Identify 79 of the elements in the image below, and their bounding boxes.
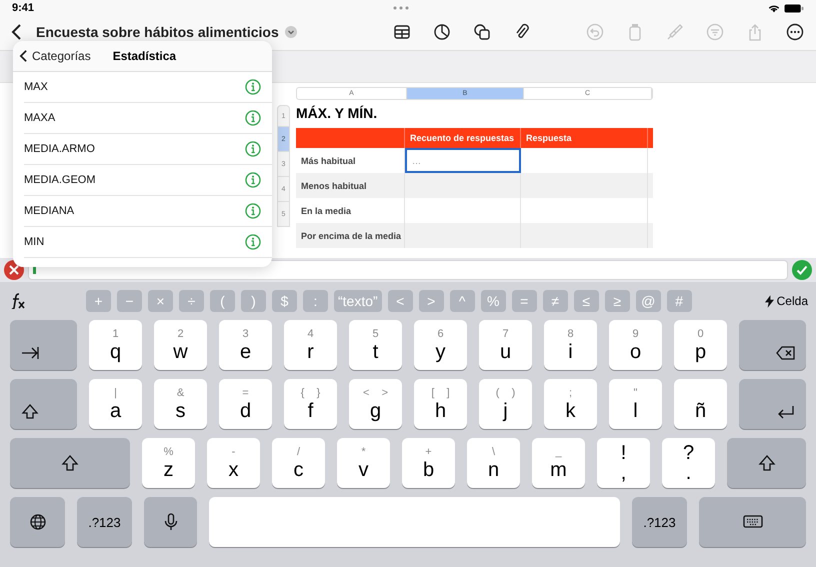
pie-chart-icon[interactable]	[432, 23, 451, 41]
info-icon[interactable]	[245, 141, 261, 157]
letter-key[interactable]: 8 i	[544, 320, 597, 370]
letter-key[interactable]: 7 u	[479, 320, 532, 370]
tab-arrow-icon	[20, 344, 40, 362]
numbers-key[interactable]: .?123	[632, 497, 687, 547]
globe-key[interactable]	[10, 497, 65, 547]
cell-reference-button[interactable]: Celda	[764, 294, 808, 308]
info-icon[interactable]	[245, 203, 261, 219]
letter-key[interactable]: [ ] h	[414, 379, 467, 429]
letter-key[interactable]: { } f	[284, 379, 337, 429]
letter-key[interactable]: " l	[609, 379, 662, 429]
letter-key[interactable]: 1 q	[89, 320, 142, 370]
function-name[interactable]: MEDIA.GEOM	[24, 174, 96, 186]
letter-key[interactable]: - x	[207, 438, 260, 488]
letter-key[interactable]: ; k	[544, 379, 597, 429]
letter-key[interactable]: & s	[154, 379, 207, 429]
table-icon[interactable]	[392, 23, 411, 41]
letter-key[interactable]: 3 e	[219, 320, 272, 370]
battery-icon	[784, 4, 804, 12]
shift-key[interactable]	[727, 438, 806, 488]
multitask-dots-icon[interactable]	[393, 6, 410, 10]
letter-key[interactable]: | a	[89, 379, 142, 429]
letter-key[interactable]: + b	[402, 438, 455, 488]
letter-key[interactable]: \ n	[467, 438, 520, 488]
column-heading: Recuento de respuestas	[405, 128, 521, 148]
tab-key[interactable]	[10, 320, 77, 370]
panel-title: Estadística	[112, 49, 176, 63]
status-time: 9:41	[12, 2, 34, 14]
info-icon[interactable]	[245, 79, 261, 95]
chevron-down-icon[interactable]	[284, 26, 297, 38]
document-title: Encuesta sobre hábitos alimenticios	[36, 24, 279, 40]
letter-key[interactable]: % z	[142, 438, 195, 488]
dictation-key[interactable]	[144, 497, 197, 547]
table-title: MÁX. Y MÍN.	[296, 104, 378, 123]
back-button[interactable]: Categorías	[19, 49, 91, 63]
more-icon[interactable]	[786, 23, 804, 41]
function-icon[interactable]	[10, 293, 26, 309]
row-label: Por encima de la media	[296, 223, 405, 248]
function-name[interactable]: MAXA	[24, 112, 56, 124]
backspace-icon	[776, 344, 796, 362]
column-heading: Respuesta	[521, 128, 648, 148]
wifi-icon	[768, 4, 780, 12]
letter-key[interactable]: ñ	[674, 379, 727, 429]
letter-key[interactable]: ( ) j	[479, 379, 532, 429]
caps-lock-key[interactable]	[10, 379, 77, 429]
numbers-key[interactable]: .?123	[77, 497, 132, 547]
letter-key[interactable]: = d	[219, 379, 272, 429]
function-name[interactable]: MIN	[24, 236, 44, 248]
return-arrow-icon	[776, 403, 796, 421]
letter-key[interactable]: 6 y	[414, 320, 467, 370]
letter-key[interactable]: 9 o	[609, 320, 662, 370]
letter-key[interactable]: * v	[337, 438, 390, 488]
hide-keyboard-key[interactable]	[699, 497, 806, 547]
accept-icon[interactable]	[792, 260, 812, 280]
function-name[interactable]: MAX	[24, 81, 48, 93]
letter-key[interactable]: 0 p	[674, 320, 727, 370]
punctuation-key[interactable]: ! ,	[597, 438, 650, 488]
letter-key[interactable]: 2 w	[154, 320, 207, 370]
function-name[interactable]: MEDIA.ARMO	[24, 143, 95, 155]
globe-icon	[28, 513, 48, 531]
function-name[interactable]: MEDIANA	[24, 205, 74, 217]
letter-key[interactable]: _ m	[532, 438, 585, 488]
lightning-icon	[764, 294, 774, 308]
letter-key[interactable]: 4 r	[284, 320, 337, 370]
shift-arrow-icon	[756, 454, 776, 472]
row-label: Menos habitual	[296, 173, 405, 198]
letter-key[interactable]: / c	[272, 438, 325, 488]
letter-key[interactable]: < > g	[349, 379, 402, 429]
chevron-left-icon	[19, 49, 28, 63]
delete-key[interactable]	[739, 320, 806, 370]
letter-key[interactable]: 5 t	[349, 320, 402, 370]
shift-arrow-icon	[60, 454, 80, 472]
info-icon[interactable]	[245, 234, 261, 250]
caps-arrow-icon	[20, 403, 40, 421]
info-icon[interactable]	[245, 172, 261, 188]
shapes-icon[interactable]	[472, 23, 491, 41]
punctuation-key[interactable]: ? .	[662, 438, 715, 488]
info-icon[interactable]	[245, 110, 261, 126]
